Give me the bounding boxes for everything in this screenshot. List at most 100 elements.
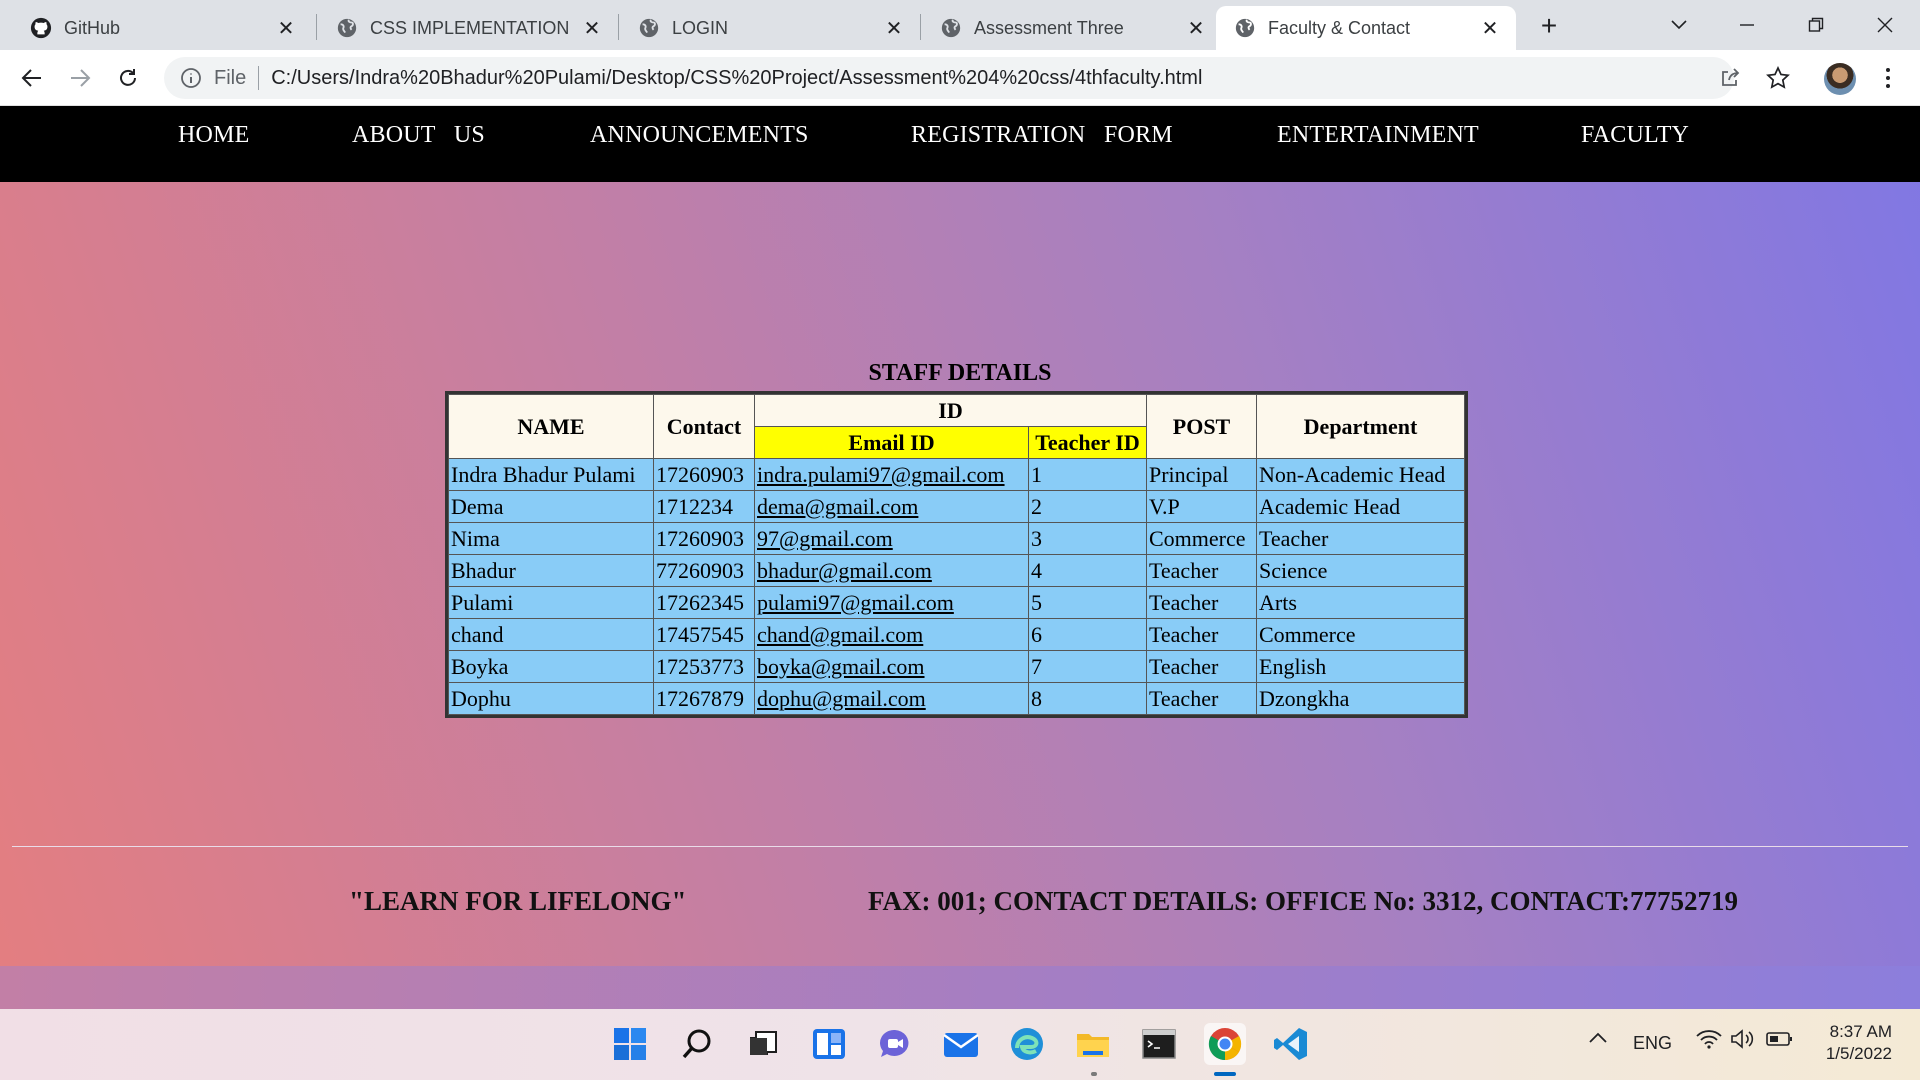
vscode-icon[interactable] [1270, 1023, 1312, 1065]
info-icon[interactable] [180, 67, 202, 89]
clock-time: 8:37 AM [1829, 1022, 1892, 1041]
cell-teacher-id: 5 [1029, 587, 1146, 618]
header-id: ID [755, 395, 1146, 426]
tab-close-icon[interactable]: ✕ [1184, 16, 1208, 40]
browser-toolbar: File C:/Users/Indra%20Bhadur%20Pulami/De… [0, 50, 1920, 106]
email-link[interactable]: bhadur@gmail.com [757, 558, 932, 583]
cell-department: Science [1257, 555, 1464, 586]
nav-announcements[interactable]: ANNOUNCEMENTS [590, 122, 809, 149]
task-view-icon[interactable] [742, 1023, 784, 1065]
omnibox-divider [258, 66, 260, 90]
tab-label: LOGIN [672, 17, 729, 38]
tab-label: Assessment Three [974, 17, 1124, 38]
cell-name: Dema [449, 491, 653, 522]
tab-strip: GitHub ✕ CSS IMPLEMENTATION ✕ LOGIN ✕ As… [0, 0, 1920, 50]
cell-name: chand [449, 619, 653, 650]
share-icon[interactable] [1714, 62, 1746, 94]
cell-contact: 17253773 [654, 651, 754, 682]
tab-css-implementation[interactable]: CSS IMPLEMENTATION ✕ [318, 6, 618, 50]
nav-registration-form[interactable]: REGISTRATION FORM [911, 122, 1173, 149]
cell-teacher-id: 4 [1029, 555, 1146, 586]
file-explorer-icon[interactable] [1072, 1023, 1114, 1065]
tab-faculty-contact[interactable]: Faculty & Contact ✕ [1216, 6, 1516, 50]
cell-contact: 17267879 [654, 683, 754, 714]
profile-avatar[interactable] [1824, 63, 1856, 95]
tab-close-icon[interactable]: ✕ [1478, 16, 1502, 40]
site-nav: HOME ABOUT US ANNOUNCEMENTS REGISTRATION… [0, 106, 1920, 182]
header-contact: Contact [654, 395, 754, 458]
scheme-label: File [214, 66, 247, 89]
table-row: Indra Bhadur Pulami 17260903 indra.pulami9… [449, 459, 1464, 490]
reload-button[interactable] [110, 60, 146, 96]
language-indicator[interactable]: ENG [1633, 1033, 1672, 1054]
email-link[interactable]: dophu@gmail.com [757, 686, 926, 711]
show-hidden-icons-icon[interactable] [1588, 1029, 1608, 1050]
email-link[interactable]: indra.pulami97@gmail.com [757, 462, 1005, 487]
forward-button[interactable] [62, 60, 98, 96]
table-row: Pulami 17262345 pulami97@gmail.com 5 Teacher… [449, 587, 1464, 618]
header-name: NAME [449, 395, 653, 458]
tab-close-icon[interactable]: ✕ [882, 16, 906, 40]
browser-menu-icon[interactable] [1872, 62, 1904, 94]
cell-teacher-id: 1 [1029, 459, 1146, 490]
cell-email: chand@gmail.com [755, 619, 1028, 650]
close-window-icon[interactable] [1862, 8, 1908, 42]
active-app-indicator [1214, 1072, 1236, 1076]
new-tab-button[interactable]: + [1534, 12, 1564, 42]
tab-label: Faculty & Contact [1268, 17, 1411, 38]
nav-entertainment[interactable]: ENTERTAINMENT [1277, 122, 1479, 149]
reload-icon [120, 69, 136, 86]
chat-icon[interactable] [874, 1023, 916, 1065]
cell-teacher-id: 8 [1029, 683, 1146, 714]
footer-divider [12, 846, 1908, 847]
bookmark-star-icon[interactable] [1762, 62, 1794, 94]
nav-about-us[interactable]: ABOUT US [352, 122, 485, 149]
back-button[interactable] [14, 60, 50, 96]
chrome-icon[interactable] [1204, 1023, 1246, 1065]
cell-contact: 1712234 [654, 491, 754, 522]
globe-icon [1235, 18, 1255, 38]
running-app-indicator [1091, 1072, 1097, 1076]
minimize-icon[interactable] [1724, 8, 1770, 42]
email-link[interactable]: chand@gmail.com [757, 622, 923, 647]
cell-contact: 77260903 [654, 555, 754, 586]
tab-login[interactable]: LOGIN ✕ [620, 6, 920, 50]
email-link[interactable]: dema@gmail.com [757, 494, 918, 519]
footer-contact: FAX: 001; CONTACT DETAILS: OFFICE No: 33… [868, 886, 1739, 916]
cell-department: Academic Head [1257, 491, 1464, 522]
cell-post: Teacher [1147, 683, 1256, 714]
cell-teacher-id: 3 [1029, 523, 1146, 554]
start-icon[interactable] [609, 1023, 651, 1065]
address-bar[interactable]: File C:/Users/Indra%20Bhadur%20Pulami/De… [164, 57, 1734, 99]
tab-github[interactable]: GitHub ✕ [12, 6, 312, 50]
nav-faculty[interactable]: FACULTY [1581, 122, 1689, 149]
cell-teacher-id: 7 [1029, 651, 1146, 682]
mail-icon[interactable] [940, 1023, 982, 1065]
terminal-icon[interactable] [1138, 1023, 1180, 1065]
battery-icon[interactable] [1766, 1029, 1794, 1054]
email-link[interactable]: pulami97@gmail.com [757, 590, 954, 615]
page-viewport: HOME ABOUT US ANNOUNCEMENTS REGISTRATION… [0, 106, 1920, 1009]
table-row: Bhadur 77260903 bhadur@gmail.com 4 Teacher Sc… [449, 555, 1464, 586]
cell-contact: 17262345 [654, 587, 754, 618]
cell-contact: 17457545 [654, 619, 754, 650]
tab-search-chevron-icon[interactable] [1656, 8, 1702, 42]
nav-home[interactable]: HOME [178, 122, 249, 149]
email-link[interactable]: 97@gmail.com [757, 526, 893, 551]
edge-icon[interactable] [1006, 1023, 1048, 1065]
search-icon[interactable] [676, 1023, 718, 1065]
system-clock[interactable]: 8:37 AM 1/5/2022 [1816, 1021, 1892, 1065]
tab-separator [618, 14, 619, 40]
url-text[interactable]: C:/Users/Indra%20Bhadur%20Pulami/Desktop… [271, 67, 1202, 90]
tab-assessment-three[interactable]: Assessment Three ✕ [922, 6, 1222, 50]
wifi-icon[interactable] [1696, 1029, 1722, 1054]
restore-icon[interactable] [1793, 8, 1839, 42]
table-body: Indra Bhadur Pulami 17260903 indra.pulami9… [449, 459, 1464, 714]
cell-post: Teacher [1147, 555, 1256, 586]
volume-icon[interactable] [1730, 1029, 1756, 1054]
tab-close-icon[interactable]: ✕ [274, 16, 298, 40]
email-link[interactable]: boyka@gmail.com [757, 654, 925, 679]
cell-post: Principal [1147, 459, 1256, 490]
widgets-icon[interactable] [808, 1023, 850, 1065]
tab-close-icon[interactable]: ✕ [580, 16, 604, 40]
